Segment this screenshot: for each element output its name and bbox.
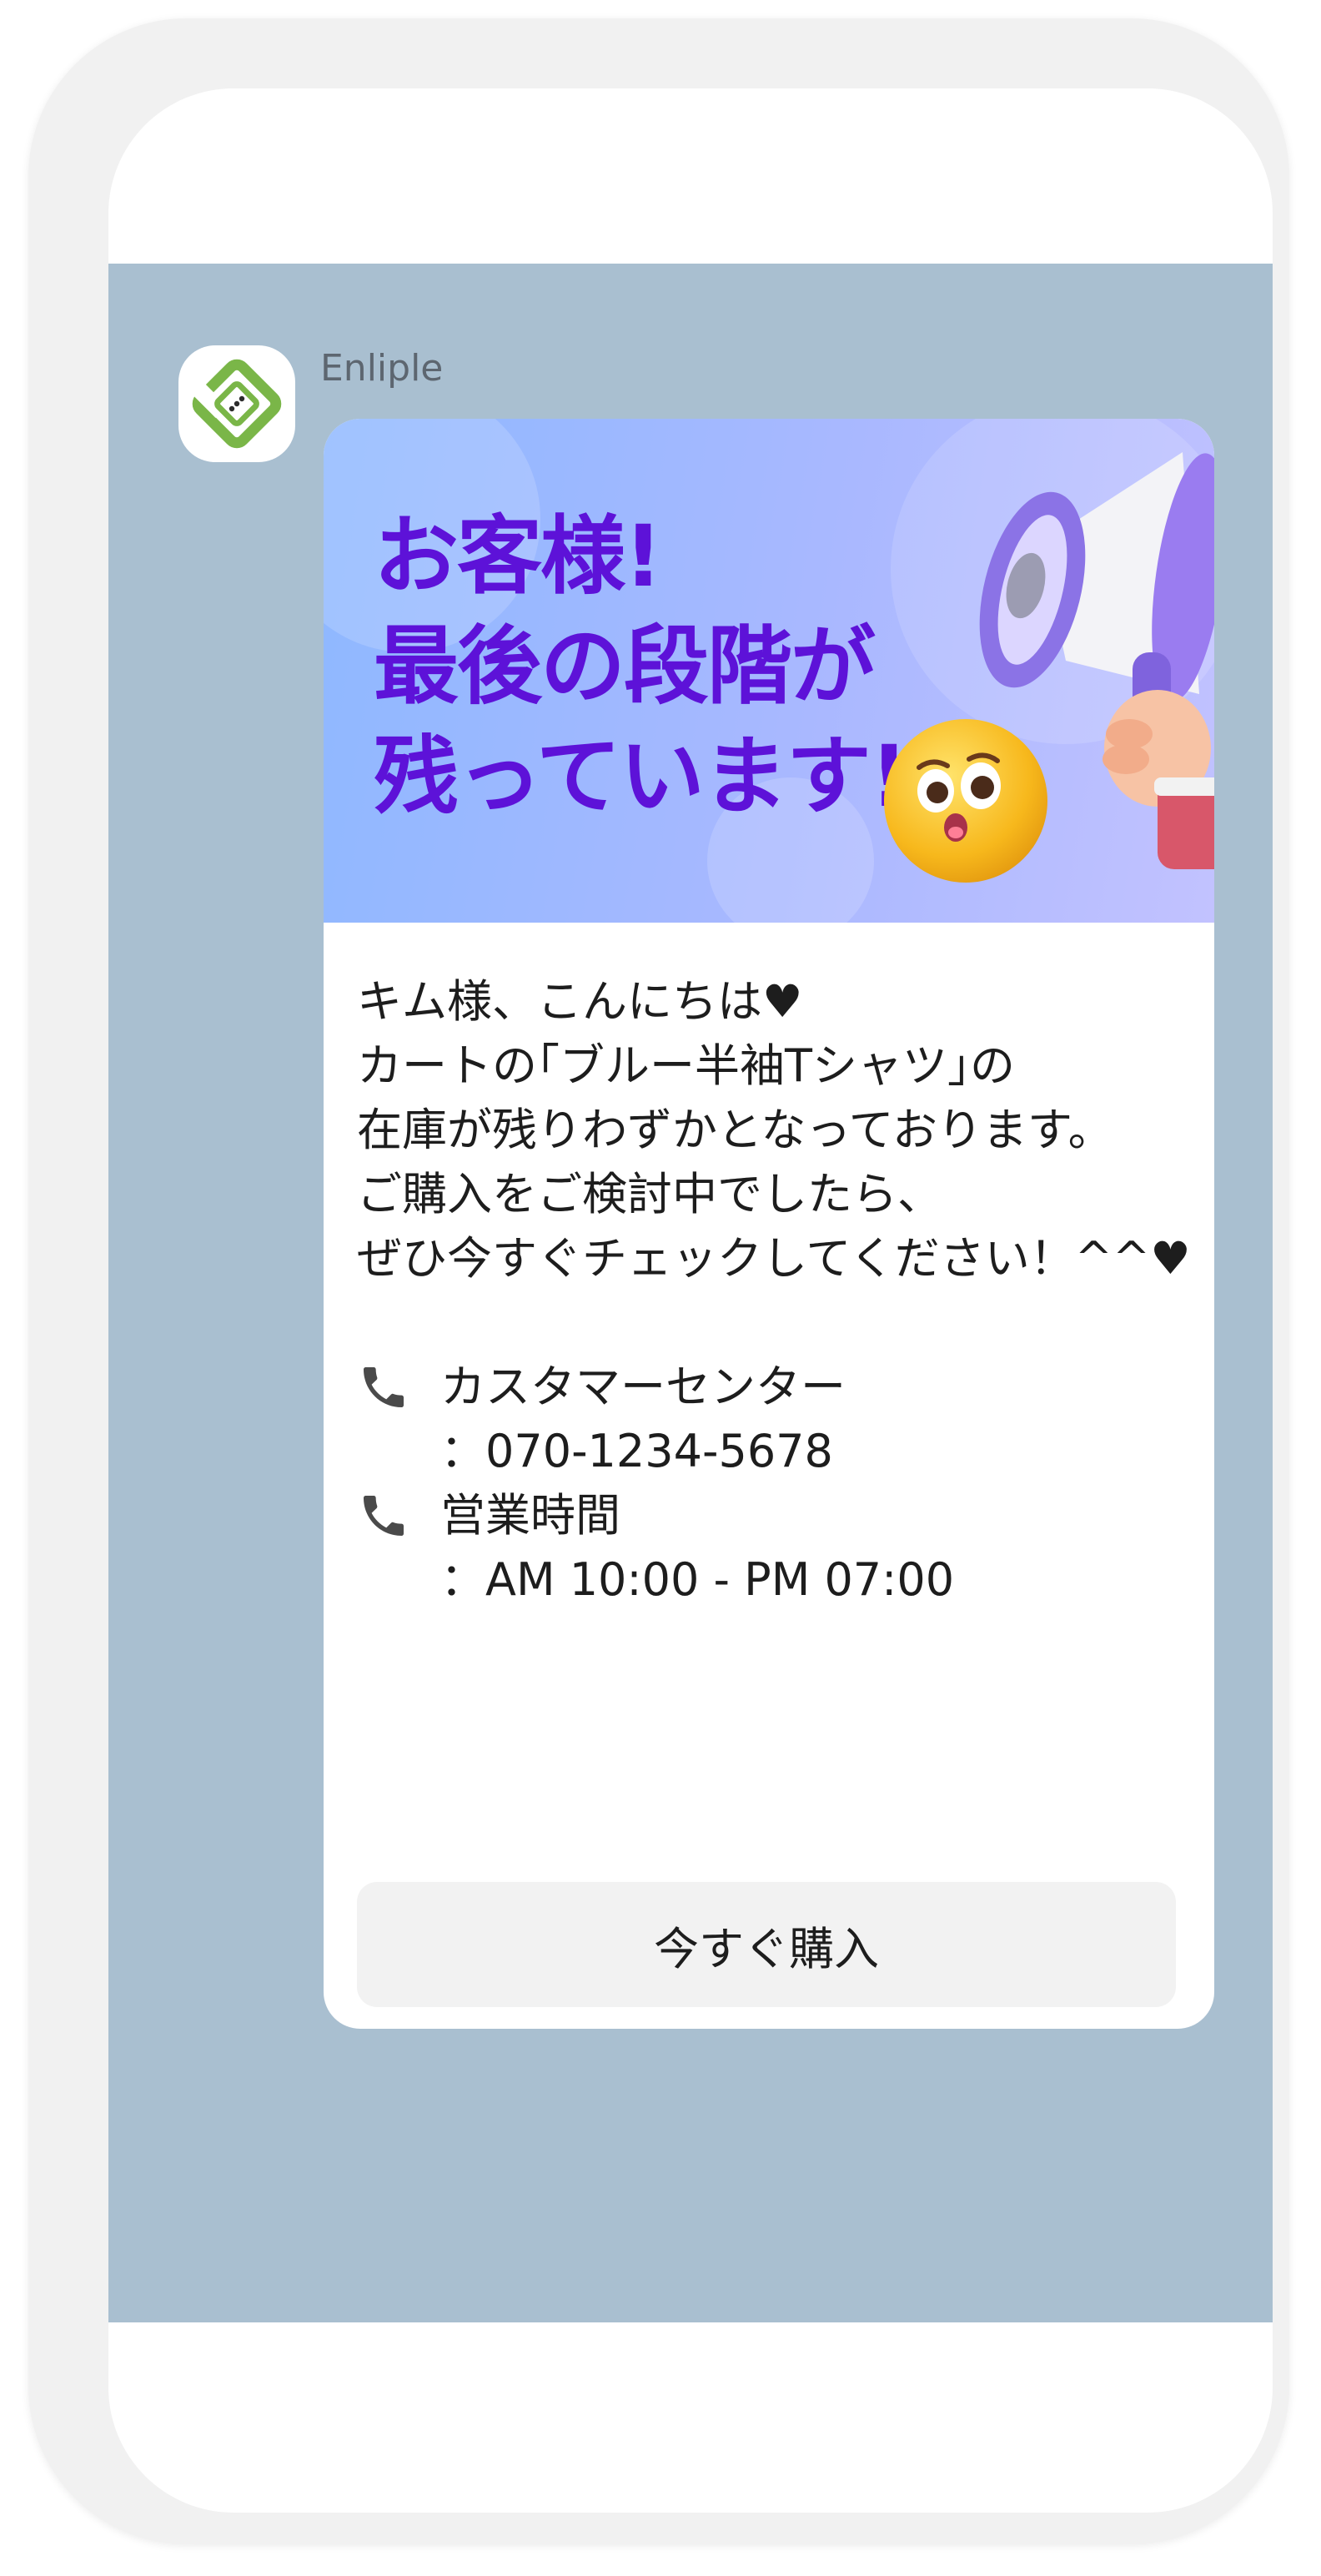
contact-label: カスタマーセンター xyxy=(440,1361,846,1413)
message-line: ご購入をご検討中でしたら、 xyxy=(357,1168,942,1220)
message-line: キム様、こんにちは♥ xyxy=(357,975,803,1028)
message-line: カートの｢ブルー半袖Tシャツ｣の xyxy=(357,1039,1015,1092)
sender-avatar[interactable] xyxy=(178,345,295,462)
banner-title-line: 残っています! xyxy=(374,727,908,827)
contact-text: カスタマーセンター ：070-1234-5678 xyxy=(440,1355,846,1483)
enliple-logo-icon xyxy=(192,359,282,449)
contact-business-hours: 営業時間 ：AM 10:00 - PM 07:00 xyxy=(357,1483,1191,1612)
contact-value: ：070-1234-5678 xyxy=(440,1425,833,1477)
message-bubble: お客様! 最後の段階が 残っています! キム様、こんにちは♥ カートの｢ブルー半… xyxy=(324,419,1214,2029)
contact-customer-center: カスタマーセンター ：070-1234-5678 xyxy=(357,1355,1191,1483)
surprised-face-emoji xyxy=(884,719,1047,883)
chat-area[interactable]: Enliple お客様! 最後の段階が 残っています! キム様、こんにちは♥ カ… xyxy=(108,264,1273,2322)
phone-icon xyxy=(357,1355,440,1419)
phone-screen: Enliple お客様! 最後の段階が 残っています! キム様、こんにちは♥ カ… xyxy=(108,88,1273,2513)
message-line: ぜひ今すぐチェックしてください！^^♥ xyxy=(357,1232,1191,1285)
contact-text: 営業時間 ：AM 10:00 - PM 07:00 xyxy=(440,1483,954,1612)
banner-title-line: 最後の段階が xyxy=(374,617,876,717)
phone-frame: Enliple お客様! 最後の段階が 残っています! キム様、こんにちは♥ カ… xyxy=(28,18,1289,2544)
contact-label: 営業時間 xyxy=(440,1489,620,1542)
banner-title-line: お客様! xyxy=(374,507,663,606)
sender-name: Enliple xyxy=(320,347,444,390)
contact-value: ：AM 10:00 - PM 07:00 xyxy=(440,1553,955,1606)
message-line: 在庫が残りわずかとなっております。 xyxy=(357,1104,1113,1156)
buy-now-button[interactable]: 今すぐ購入 xyxy=(357,1882,1176,2007)
promo-banner[interactable]: お客様! 最後の段階が 残っています! xyxy=(324,419,1214,923)
banner-title: お客様! 最後の段階が 残っています! xyxy=(374,502,908,833)
message-text: キム様、こんにちは♥ カートの｢ブルー半袖Tシャツ｣の 在庫が残りわずかとなって… xyxy=(357,969,1191,1612)
phone-icon xyxy=(357,1483,440,1547)
